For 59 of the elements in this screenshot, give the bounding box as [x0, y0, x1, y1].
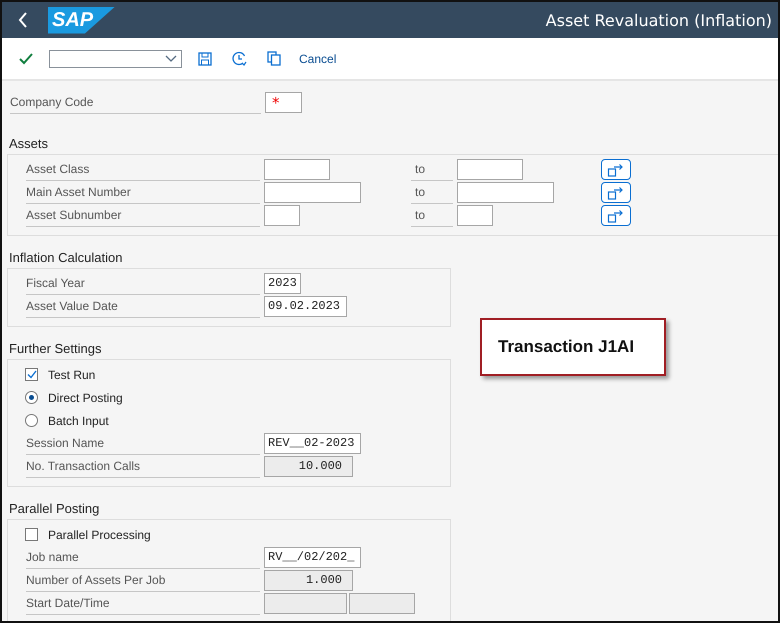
option-label: Direct Posting	[48, 390, 123, 404]
checkbox[interactable]	[25, 368, 38, 381]
input-field[interactable]: 10.000	[264, 456, 353, 477]
multiple-selection-icon	[607, 162, 625, 176]
field-label: to	[411, 158, 453, 180]
multiple-selection-button[interactable]	[601, 205, 631, 226]
field-label: Asset Subnumber	[26, 204, 260, 226]
sap-logo: SAP	[48, 6, 116, 34]
input-field[interactable]: *	[265, 92, 302, 113]
option-label: Parallel Processing	[48, 528, 151, 542]
field-label: Number of Assets Per Job	[26, 570, 260, 592]
section-title: Further Settings	[9, 341, 102, 356]
command-dropdown[interactable]	[49, 50, 182, 68]
section-title: Parallel Posting	[9, 501, 100, 516]
section-title: Assets	[9, 136, 48, 151]
input-field[interactable]	[349, 593, 415, 614]
chevron-down-icon[interactable]	[165, 54, 177, 62]
input-field[interactable]	[264, 159, 330, 180]
field-label: Main Asset Number	[26, 182, 260, 204]
field-label: to	[411, 182, 453, 204]
input-field[interactable]	[264, 205, 300, 226]
input-field[interactable]	[457, 159, 523, 180]
input-field[interactable]: 1.000	[264, 570, 353, 591]
save-icon[interactable]	[198, 52, 212, 66]
input-field[interactable]	[457, 205, 493, 226]
field-label: to	[411, 204, 453, 226]
option-label: Batch Input	[48, 414, 109, 428]
copy-icon[interactable]	[267, 51, 281, 66]
cancel-button[interactable]: Cancel	[297, 50, 338, 68]
field-label: Session Name	[26, 432, 260, 454]
back-icon[interactable]	[18, 12, 28, 28]
multiple-selection-button[interactable]	[601, 159, 631, 180]
checkbox[interactable]	[25, 528, 38, 541]
check-icon[interactable]	[19, 52, 33, 64]
input-field[interactable]	[264, 182, 361, 203]
field-label: Job name	[26, 546, 260, 568]
input-field[interactable]: RV__/02/202_	[264, 547, 361, 568]
input-field[interactable]: 09.02.2023	[264, 296, 347, 317]
radio-button[interactable]	[25, 391, 38, 404]
field-label: Asset Class	[26, 158, 260, 180]
input-field[interactable]: 2023	[264, 273, 301, 294]
field-label: Asset Value Date	[26, 296, 260, 318]
multiple-selection-icon	[607, 208, 625, 222]
input-field[interactable]	[264, 593, 347, 614]
callout-label: Transaction J1AI	[480, 318, 666, 376]
window-title: Asset Revaluation (Inflation)	[546, 10, 772, 30]
required-mark: *	[272, 94, 280, 112]
input-field[interactable]	[457, 182, 554, 203]
input-field[interactable]: REV__02-2023	[264, 433, 361, 454]
field-label: Company Code	[10, 92, 261, 114]
radio-button[interactable]	[25, 414, 38, 427]
multiple-selection-icon	[607, 186, 625, 200]
section-title: Inflation Calculation	[9, 250, 122, 265]
multiple-selection-button[interactable]	[601, 182, 631, 203]
field-label: Fiscal Year	[26, 272, 260, 294]
history-icon[interactable]	[232, 51, 247, 66]
option-label: Test Run	[48, 368, 96, 382]
field-label: No. Transaction Calls	[26, 456, 260, 478]
field-label: Start Date/Time	[26, 592, 260, 614]
